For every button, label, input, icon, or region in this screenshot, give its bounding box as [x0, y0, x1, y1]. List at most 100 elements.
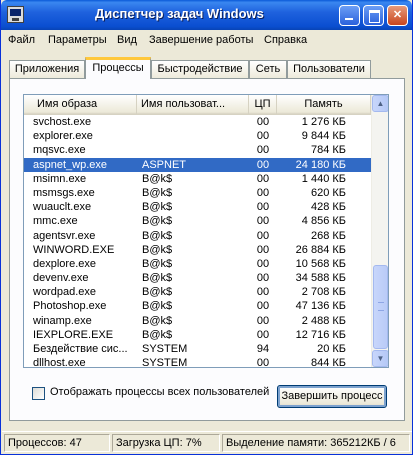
process-memory-cell: 9 844 КБ — [301, 130, 346, 143]
process-name-cell: msimn.exe — [33, 172, 87, 185]
process-cpu-cell: 00 — [256, 144, 270, 157]
table-row[interactable]: explorer.exe 00 9 844 КБ — [24, 129, 371, 143]
table-row[interactable]: agentsvr.exe B@k$ 00 268 КБ — [24, 229, 371, 243]
process-memory-cell: 2 488 КБ — [301, 314, 346, 327]
table-row[interactable]: wuauclt.exe B@k$ 00 428 КБ — [24, 200, 371, 214]
process-memory-cell: 4 856 КБ — [301, 215, 346, 228]
process-memory-cell: 26 884 КБ — [295, 243, 346, 256]
menu-shutdown[interactable]: Завершение работы — [149, 34, 253, 46]
task-manager-icon — [7, 6, 24, 23]
tab-performance[interactable]: Быстродействие — [151, 60, 249, 79]
process-cpu-cell: 00 — [256, 314, 270, 327]
status-bar: Процессов: 47 Загрузка ЦП: 7% Выделение … — [2, 431, 412, 453]
process-name-cell: WINWORD.EXE — [33, 243, 115, 256]
process-user-cell: B@k$ — [142, 186, 173, 199]
process-cpu-cell: 00 — [256, 286, 270, 299]
process-name-cell: wuauclt.exe — [33, 201, 92, 214]
table-row[interactable]: devenv.exe B@k$ 00 34 588 КБ — [24, 271, 371, 285]
table-row[interactable]: WINWORD.EXE B@k$ 00 26 884 КБ — [24, 243, 371, 257]
process-name-cell: dllhost.exe — [33, 357, 86, 368]
table-row[interactable]: svchost.exe 00 1 276 КБ — [24, 115, 371, 129]
table-row[interactable]: dexplore.exe B@k$ 00 10 568 КБ — [24, 257, 371, 271]
table-row[interactable]: msmsgs.exe B@k$ 00 620 КБ — [24, 186, 371, 200]
tab-applications[interactable]: Приложения — [9, 60, 85, 79]
end-process-button[interactable]: Завершить процесс — [277, 385, 387, 408]
column-cpu[interactable]: ЦП — [249, 95, 277, 115]
process-cpu-cell: 00 — [256, 172, 270, 185]
scroll-down-button[interactable]: ▼ — [372, 350, 388, 367]
scroll-thumb[interactable] — [373, 265, 388, 349]
process-memory-cell: 844 КБ — [310, 357, 346, 368]
process-list[interactable]: Имя образа Имя пользоват... ЦП Память sv… — [23, 94, 389, 368]
process-user-cell: B@k$ — [142, 229, 173, 242]
process-name-cell: explorer.exe — [33, 130, 93, 143]
status-memory-usage: Выделение памяти: 365212КБ / 6 — [222, 434, 410, 452]
process-user-cell: B@k$ — [142, 286, 173, 299]
minimize-button[interactable] — [339, 5, 360, 26]
process-name-cell: Photoshop.exe — [33, 300, 107, 313]
process-name-cell: Бездействие сис... — [33, 343, 128, 355]
window-title: Диспетчер задач Windows — [95, 6, 264, 21]
process-name-cell: devenv.exe — [33, 272, 89, 285]
table-row[interactable]: Photoshop.exe B@k$ 00 47 136 КБ — [24, 299, 371, 313]
show-all-users-checkbox[interactable] — [32, 387, 45, 400]
list-header: Имя образа Имя пользоват... ЦП Память — [24, 95, 371, 115]
process-memory-cell: 34 588 КБ — [295, 272, 346, 285]
scroll-up-button[interactable]: ▲ — [372, 95, 388, 112]
process-cpu-cell: 00 — [256, 116, 270, 128]
menu-file[interactable]: Файл — [8, 34, 35, 46]
status-cpu-usage: Загрузка ЦП: 7% — [112, 434, 220, 452]
process-user-cell: SYSTEM — [142, 357, 188, 368]
column-image-name[interactable]: Имя образа — [24, 95, 137, 115]
table-row[interactable]: msimn.exe B@k$ 00 1 440 КБ — [24, 172, 371, 186]
close-button[interactable]: ✕ — [387, 5, 408, 26]
process-name-cell: mmc.exe — [33, 215, 78, 228]
process-memory-cell: 268 КБ — [310, 229, 346, 242]
process-cpu-cell: 00 — [256, 328, 270, 341]
process-user-cell: SYSTEM — [142, 343, 188, 355]
process-cpu-cell: 00 — [256, 357, 270, 368]
table-row[interactable]: dllhost.exe SYSTEM 00 844 КБ — [24, 356, 371, 368]
table-row[interactable]: winamp.exe B@k$ 00 2 488 КБ — [24, 314, 371, 328]
process-memory-cell: 47 136 КБ — [295, 300, 346, 313]
tab-users[interactable]: Пользователи — [287, 60, 371, 79]
process-memory-cell: 1 440 КБ — [301, 172, 346, 185]
process-cpu-cell: 00 — [256, 158, 270, 171]
process-user-cell: B@k$ — [142, 201, 173, 214]
process-user-cell: B@k$ — [142, 272, 173, 285]
table-row[interactable]: mmc.exe B@k$ 00 4 856 КБ — [24, 214, 371, 228]
process-rows: svchost.exe 00 1 276 КБ explorer.exe 00 9 844… — [24, 115, 371, 368]
process-memory-cell: 24 180 КБ — [295, 158, 346, 171]
process-user-cell: ASPNET — [142, 158, 187, 171]
table-row[interactable]: Бездействие сис... SYSTEM 94 20 КБ — [24, 342, 371, 356]
task-manager-window: Диспетчер задач Windows ✕ Файл Параметры… — [0, 0, 413, 455]
menu-help[interactable]: Справка — [264, 34, 307, 46]
process-user-cell: B@k$ — [142, 243, 173, 256]
maximize-button[interactable] — [363, 5, 384, 26]
tab-processes[interactable]: Процессы — [85, 57, 151, 79]
process-cpu-cell: 00 — [256, 186, 270, 199]
show-all-users-label[interactable]: Отображать процессы всех пользователей — [50, 386, 269, 398]
vertical-scrollbar[interactable]: ▲ ▼ — [371, 95, 388, 367]
status-process-count: Процессов: 47 — [4, 434, 110, 452]
process-name-cell: msmsgs.exe — [33, 186, 95, 199]
tab-network[interactable]: Сеть — [249, 60, 287, 79]
process-cpu-cell: 00 — [256, 257, 270, 270]
process-memory-cell: 784 КБ — [310, 144, 346, 157]
column-user-name[interactable]: Имя пользоват... — [137, 95, 249, 115]
process-name-cell: wordpad.exe — [33, 286, 96, 299]
table-row[interactable]: IEXPLORE.EXE B@k$ 00 12 716 КБ — [24, 328, 371, 342]
menu-options[interactable]: Параметры — [48, 34, 107, 46]
process-user-cell: B@k$ — [142, 257, 173, 270]
table-row[interactable]: mqsvc.exe 00 784 КБ — [24, 143, 371, 157]
column-memory[interactable]: Память — [277, 95, 371, 115]
process-memory-cell: 620 КБ — [310, 186, 346, 199]
process-cpu-cell: 00 — [256, 272, 270, 285]
process-name-cell: winamp.exe — [33, 314, 92, 327]
title-bar[interactable]: Диспетчер задач Windows ✕ — [1, 0, 412, 30]
menu-view[interactable]: Вид — [117, 34, 137, 46]
table-row[interactable]: wordpad.exe B@k$ 00 2 708 КБ — [24, 285, 371, 299]
process-name-cell: aspnet_wp.exe — [33, 158, 107, 171]
menu-bar: Файл Параметры Вид Завершение работы Спр… — [2, 30, 412, 50]
table-row[interactable]: aspnet_wp.exe ASPNET 00 24 180 КБ — [24, 157, 371, 172]
